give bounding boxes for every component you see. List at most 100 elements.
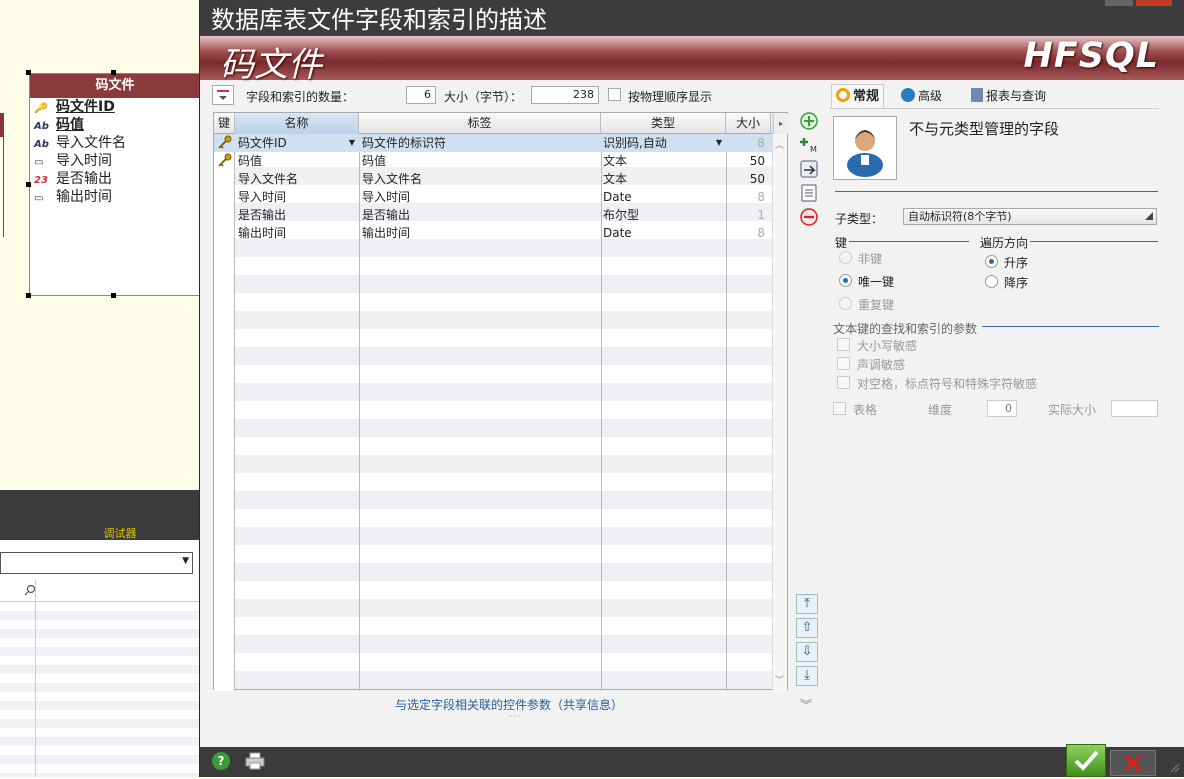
radio-duplicate-key[interactable] (839, 297, 852, 310)
cell-size[interactable]: 1 (726, 206, 771, 224)
cell-size[interactable]: 8 (726, 134, 771, 152)
ok-button[interactable] (1066, 744, 1106, 777)
table-box[interactable]: 码文件 🔑 码文件ID Ab 码值 Ab 导入文件名 ▭ 导入时间 23 是否输出 ▭ 输出时间 (29, 73, 201, 296)
grid-columns-arrow[interactable]: ▸ (773, 114, 788, 134)
list-icon (217, 90, 229, 100)
radio-unique-key[interactable] (839, 274, 852, 287)
cell-type[interactable]: 布尔型 (603, 206, 723, 224)
type-dropdown-icon[interactable]: ▼ (713, 137, 725, 149)
table-box-field[interactable]: Ab 码值 (30, 116, 200, 134)
shared-info-link[interactable]: 与选定字段相关联的控件参数（共享信息） (395, 696, 623, 713)
cell-name[interactable]: 码值 (238, 152, 356, 170)
debugger-select[interactable]: ▼ (0, 552, 193, 574)
table-box-field[interactable]: Ab 导入文件名 (30, 134, 200, 152)
cell-type[interactable]: 识别码,自动 (603, 134, 723, 152)
cell-type[interactable]: 文本 (603, 170, 723, 188)
radio-descending[interactable] (985, 275, 998, 288)
cell-name[interactable]: 导入文件名 (238, 170, 356, 188)
cell-caption[interactable]: 导入时间 (362, 188, 598, 206)
move-up-button[interactable]: ⇧ (796, 618, 818, 638)
move-bottom-button[interactable]: ⤓ (796, 666, 818, 686)
header-size[interactable]: 大小 (726, 113, 771, 134)
table-box-field[interactable]: 🔑 码文件ID (30, 98, 200, 116)
header-type[interactable]: 类型 (601, 113, 726, 134)
resize-handle[interactable] (111, 293, 116, 298)
cell-name[interactable]: 导入时间 (238, 188, 356, 206)
debugger-rows (0, 602, 200, 777)
cell-caption[interactable]: 输出时间 (362, 224, 598, 242)
cell-size[interactable]: 50 (726, 152, 771, 170)
table-box-field[interactable]: 23 是否输出 (30, 170, 200, 188)
scroll-down-icon[interactable]: ﹀ (775, 673, 784, 686)
scroll-up-icon[interactable]: ︿ (775, 138, 784, 151)
cell-caption[interactable]: 导入文件名 (362, 170, 598, 188)
cell-name[interactable]: 输出时间 (238, 224, 356, 242)
composite-key-icon[interactable] (798, 158, 820, 180)
remove-field-icon[interactable] (798, 206, 820, 228)
actual-size-input[interactable] (1111, 400, 1158, 417)
add-metatype-icon[interactable]: M (798, 134, 820, 156)
print-icon[interactable] (245, 752, 265, 770)
cell-caption[interactable]: 码值 (362, 152, 598, 170)
header-caption[interactable]: 标签 (359, 113, 601, 134)
table-box-field[interactable]: ▭ 输出时间 (30, 188, 200, 206)
resize-handle[interactable] (26, 70, 31, 75)
subtype-label: 子类型： (835, 212, 884, 226)
order-group-label: 遍历方向 (980, 236, 1029, 250)
table-stub (0, 113, 4, 137)
header-key[interactable]: 键 (214, 113, 235, 134)
cancel-button[interactable] (1110, 750, 1156, 776)
cell-caption[interactable]: 码文件的标识符 (362, 134, 598, 152)
physical-order-checkbox[interactable] (608, 88, 621, 101)
move-down-button[interactable]: ⇩ (796, 642, 818, 662)
dimension-input[interactable]: 0 (987, 400, 1017, 417)
header-name[interactable]: 名称 (235, 113, 359, 134)
cell-size[interactable]: 8 (726, 224, 771, 242)
close-button[interactable] (1136, 0, 1172, 6)
cell-type[interactable]: 文本 (603, 152, 723, 170)
splitter-dots[interactable]: ····· (508, 712, 521, 721)
search-key-icon[interactable] (798, 182, 820, 204)
table-row[interactable]: 导入时间 导入时间 Date 8 (214, 188, 774, 206)
array-label: 表格 (853, 403, 878, 417)
tab-reports[interactable]: 报表与查询 (971, 84, 1046, 108)
resize-grip-icon[interactable] (1170, 763, 1180, 773)
connector-line (3, 137, 4, 237)
fields-grid[interactable]: 键 名称 标签 类型 大小 码文件ID 码文件的标识符 识别码,自动 8 ▼ ▼ 码值 码值文… (213, 112, 788, 691)
cell-size[interactable]: 50 (726, 170, 771, 188)
move-top-button[interactable]: ⤒ (796, 594, 818, 614)
cell-type[interactable]: Date (603, 188, 723, 206)
display-options-button[interactable] (212, 85, 234, 105)
table-row[interactable]: 码值 码值 文本 50 (214, 152, 774, 170)
table-row[interactable]: 输出时间 输出时间 Date 8 (214, 224, 774, 242)
grid-scrollbar[interactable]: ︿ ﹀ (772, 113, 787, 691)
add-field-icon[interactable] (798, 110, 820, 132)
separator (835, 191, 1158, 192)
accent-sensitive-checkbox[interactable] (837, 357, 850, 370)
table-row[interactable]: 是否输出 是否输出 布尔型 1 (214, 206, 774, 224)
punctuation-sensitive-checkbox[interactable] (837, 376, 850, 389)
table-box-field[interactable]: ▭ 导入时间 (30, 152, 200, 170)
maximize-button[interactable] (1105, 0, 1133, 6)
cell-name[interactable]: 码文件ID (238, 134, 356, 152)
subtype-select[interactable]: 自动标识符(8个字节) (903, 208, 1157, 225)
name-dropdown-icon[interactable]: ▼ (346, 137, 358, 149)
radio-ascending[interactable] (985, 255, 998, 268)
case-sensitive-checkbox[interactable] (837, 338, 850, 351)
array-checkbox[interactable] (833, 402, 846, 415)
cell-caption[interactable]: 是否输出 (362, 206, 598, 224)
cell-name[interactable]: 是否输出 (238, 206, 356, 224)
tab-general[interactable]: 常规 (831, 84, 885, 108)
resize-handle[interactable] (111, 70, 116, 75)
expand-chevron-icon[interactable]: ︾ (800, 696, 812, 713)
table-row[interactable]: 导入文件名 导入文件名 文本 50 (214, 170, 774, 188)
radio-no-key[interactable] (839, 251, 852, 264)
table-row[interactable]: 码文件ID 码文件的标识符 识别码,自动 8 ▼ ▼ (214, 134, 774, 152)
field-description: 不与元类型管理的字段 (909, 120, 1060, 138)
tab-advanced[interactable]: 高级 (901, 84, 942, 108)
cell-size[interactable]: 8 (726, 188, 771, 206)
resize-handle[interactable] (26, 293, 31, 298)
help-button[interactable]: ? (212, 752, 230, 770)
cell-type[interactable]: Date (603, 224, 723, 242)
resize-handle[interactable] (26, 182, 31, 187)
